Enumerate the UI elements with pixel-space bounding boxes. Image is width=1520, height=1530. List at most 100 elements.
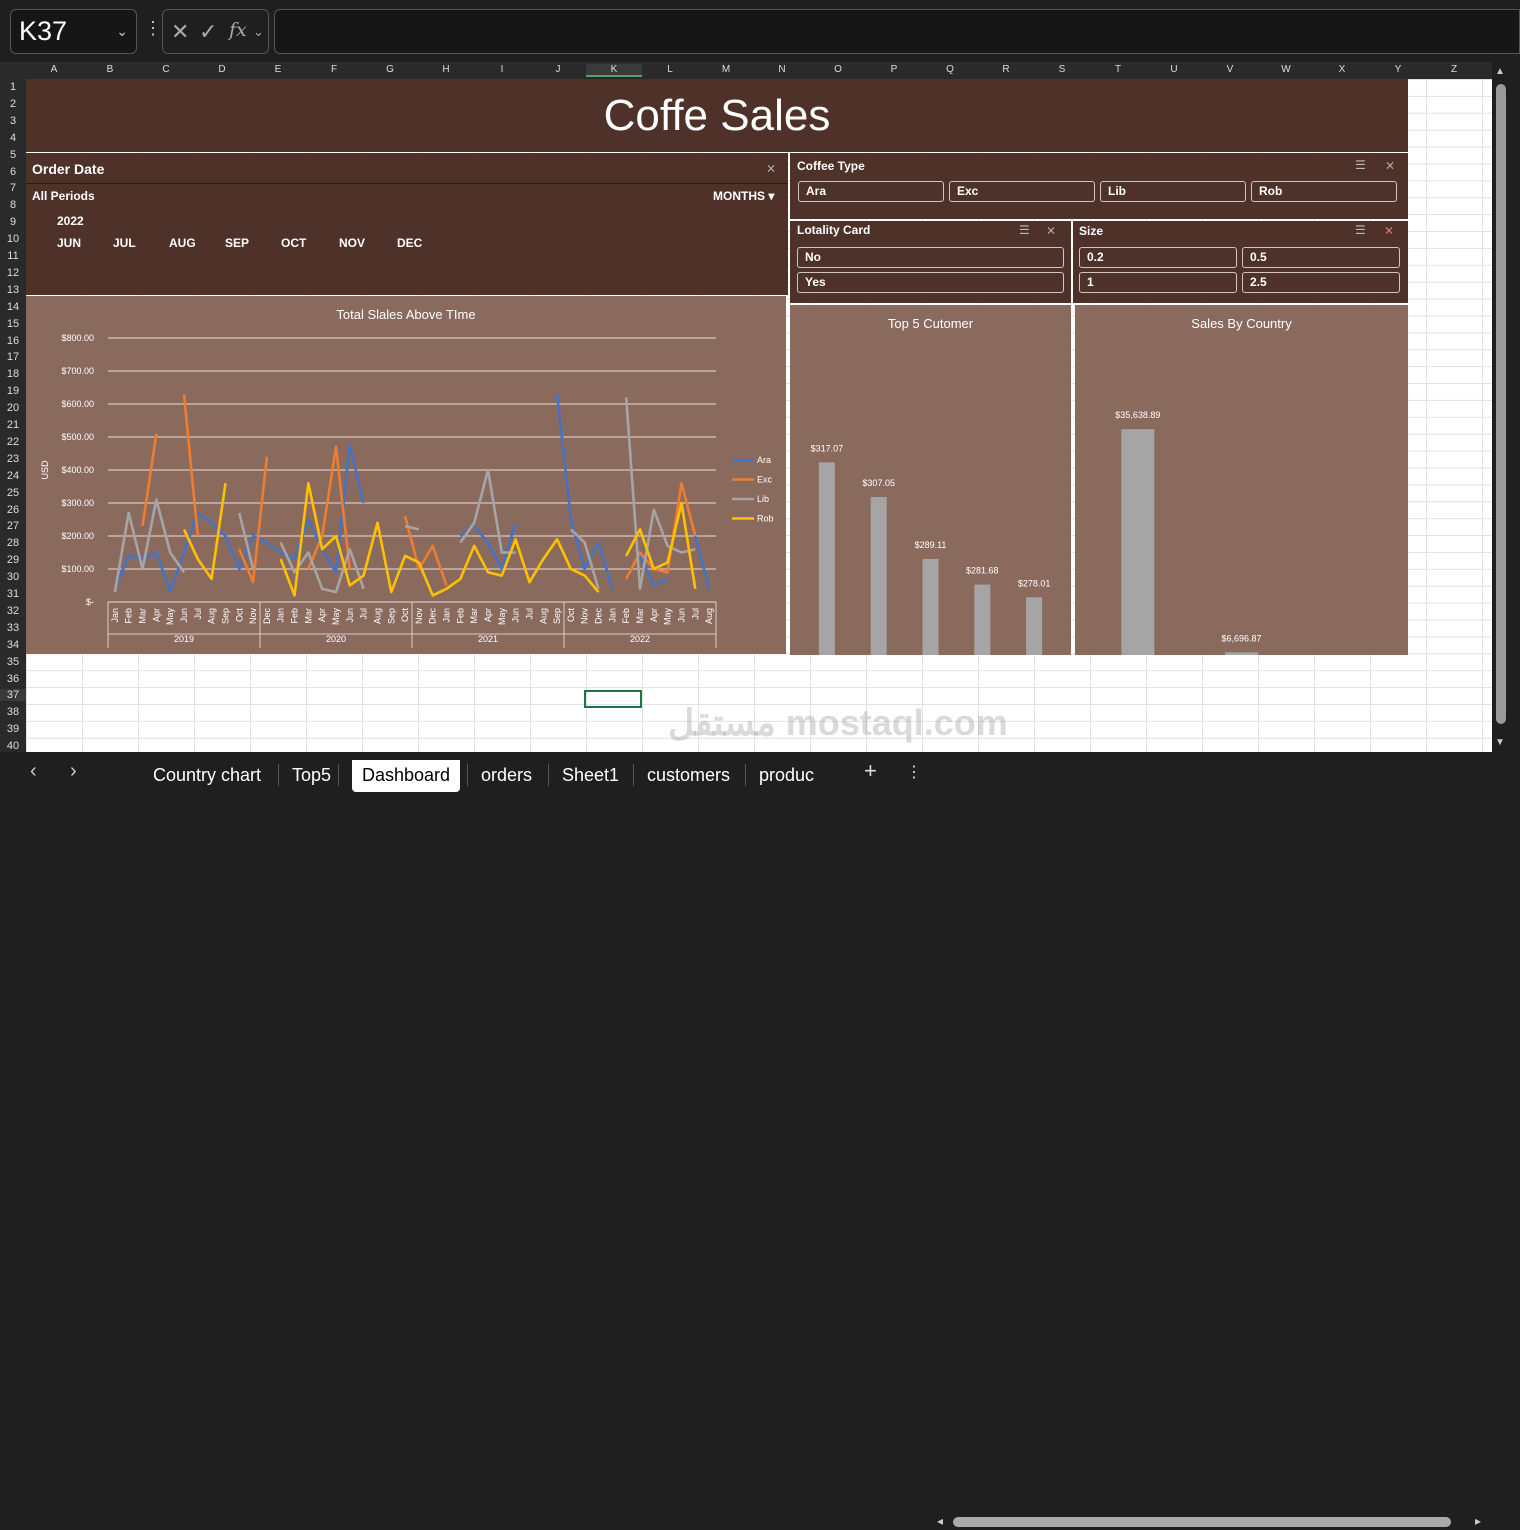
size-item[interactable]: 2.5 [1242, 272, 1400, 293]
row-header[interactable]: 5 [0, 149, 26, 161]
column-header-k[interactable]: K [586, 64, 642, 77]
column-header-d[interactable]: D [194, 64, 250, 75]
more-icon[interactable]: ⋮ [906, 762, 922, 782]
column-header-u[interactable]: U [1146, 64, 1202, 75]
scroll-thumb[interactable] [1496, 84, 1506, 724]
column-header-h[interactable]: H [418, 64, 474, 75]
row-header[interactable]: 24 [0, 470, 26, 482]
chevron-down-icon[interactable]: ⌄ [116, 10, 128, 53]
coffee-type-item[interactable]: Ara [798, 181, 944, 202]
row-header[interactable]: 34 [0, 639, 26, 651]
sheet-tab[interactable]: produc [759, 760, 814, 792]
column-header-s[interactable]: S [1034, 64, 1090, 75]
row-header[interactable]: 15 [0, 318, 26, 330]
next-sheet-icon[interactable]: › [70, 760, 77, 783]
selected-cell[interactable] [584, 690, 642, 708]
timeline-slicer[interactable]: Order Date ⨯ All Periods MONTHS ▾ 2022 ◂… [26, 153, 788, 363]
check-icon[interactable]: ✓ [199, 19, 217, 45]
row-header[interactable]: 3 [0, 115, 26, 127]
size-item[interactable]: 0.5 [1242, 247, 1400, 268]
row-header[interactable]: 21 [0, 419, 26, 431]
coffee-type-item[interactable]: Rob [1251, 181, 1397, 202]
column-header-t[interactable]: T [1090, 64, 1146, 75]
column-header-i[interactable]: I [474, 64, 530, 75]
row-header[interactable]: 27 [0, 520, 26, 532]
column-header-q[interactable]: Q [922, 64, 978, 75]
cancel-icon[interactable]: ✕ [171, 19, 189, 45]
chevron-down-icon[interactable]: ⌄ [253, 24, 264, 40]
prev-sheet-icon[interactable]: ‹ [30, 760, 37, 783]
more-icon[interactable]: ⋮ [144, 18, 162, 39]
row-header[interactable]: 11 [0, 250, 26, 262]
column-header-z[interactable]: Z [1426, 64, 1482, 75]
multi-select-icon[interactable]: ☰ [1355, 158, 1366, 172]
row-header[interactable]: 35 [0, 656, 26, 668]
size-item[interactable]: 0.2 [1079, 247, 1237, 268]
column-header-b[interactable]: B [82, 64, 138, 75]
column-header-y[interactable]: Y [1370, 64, 1426, 75]
column-header-a[interactable]: A [26, 64, 82, 75]
row-header[interactable]: 6 [0, 166, 26, 178]
row-header[interactable]: 25 [0, 487, 26, 499]
coffee-type-item[interactable]: Lib [1100, 181, 1246, 202]
row-header[interactable]: 19 [0, 385, 26, 397]
column-header-l[interactable]: L [642, 64, 698, 75]
row-header[interactable]: 38 [0, 706, 26, 718]
row-header[interactable]: 33 [0, 622, 26, 634]
clear-filter-icon[interactable]: ⨯ [1384, 223, 1394, 237]
name-box[interactable]: K37 ⌄ [10, 9, 137, 54]
scroll-down-icon[interactable]: ▼ [1495, 737, 1505, 748]
timeline-level[interactable]: MONTHS ▾ [713, 189, 774, 203]
loyalty-item[interactable]: No [797, 247, 1064, 268]
row-header[interactable]: 28 [0, 537, 26, 549]
row-header[interactable]: 12 [0, 267, 26, 279]
row-header[interactable]: 23 [0, 453, 26, 465]
multi-select-icon[interactable]: ☰ [1355, 223, 1366, 237]
sheet-tab[interactable]: Sheet1 [562, 760, 619, 792]
column-header-x[interactable]: X [1314, 64, 1370, 75]
clear-filter-icon[interactable]: ⨯ [766, 161, 776, 175]
row-header[interactable]: 20 [0, 402, 26, 414]
row-header[interactable]: 18 [0, 368, 26, 380]
row-header[interactable]: 29 [0, 554, 26, 566]
sheet-tab[interactable]: Top5 [292, 760, 331, 792]
size-item[interactable]: 1 [1079, 272, 1237, 293]
row-header[interactable]: 37 [0, 689, 26, 702]
row-header[interactable]: 8 [0, 199, 26, 211]
row-header[interactable]: 14 [0, 301, 26, 313]
sheet-tab[interactable]: Country chart [153, 760, 261, 792]
multi-select-icon[interactable]: ☰ [1019, 223, 1030, 237]
row-header[interactable]: 13 [0, 284, 26, 296]
row-header[interactable]: 22 [0, 436, 26, 448]
formula-input[interactable] [274, 9, 1520, 54]
row-header[interactable]: 36 [0, 673, 26, 685]
column-header-r[interactable]: R [978, 64, 1034, 75]
row-header[interactable]: 7 [0, 182, 26, 194]
row-header[interactable]: 30 [0, 571, 26, 583]
column-header-c[interactable]: C [138, 64, 194, 75]
scroll-right-icon[interactable]: ▸ [1475, 1514, 1481, 1528]
row-header[interactable]: 2 [0, 98, 26, 110]
loyalty-item[interactable]: Yes [797, 272, 1064, 293]
coffee-type-item[interactable]: Exc [949, 181, 1095, 202]
add-sheet-icon[interactable]: + [864, 758, 877, 784]
column-header-e[interactable]: E [250, 64, 306, 75]
vertical-scrollbar[interactable]: ▲ ▼ [1492, 62, 1520, 752]
clear-filter-icon[interactable]: ⨯ [1385, 158, 1395, 172]
row-header[interactable]: 31 [0, 588, 26, 600]
scroll-up-icon[interactable]: ▲ [1495, 66, 1505, 77]
column-header-o[interactable]: O [810, 64, 866, 75]
column-header-p[interactable]: P [866, 64, 922, 75]
row-header[interactable]: 32 [0, 605, 26, 617]
row-header[interactable]: 39 [0, 723, 26, 735]
row-header[interactable]: 16 [0, 335, 26, 347]
column-header-w[interactable]: W [1258, 64, 1314, 75]
horizontal-scrollbar[interactable]: ◂ ▸ [937, 1514, 1490, 1530]
column-header-m[interactable]: M [698, 64, 754, 75]
clear-filter-icon[interactable]: ⨯ [1046, 223, 1056, 237]
row-header[interactable]: 1 [0, 81, 26, 93]
column-header-f[interactable]: F [306, 64, 362, 75]
row-header[interactable]: 26 [0, 504, 26, 516]
sheet-tab[interactable]: customers [647, 760, 730, 792]
sheet-tab[interactable]: orders [481, 760, 532, 792]
